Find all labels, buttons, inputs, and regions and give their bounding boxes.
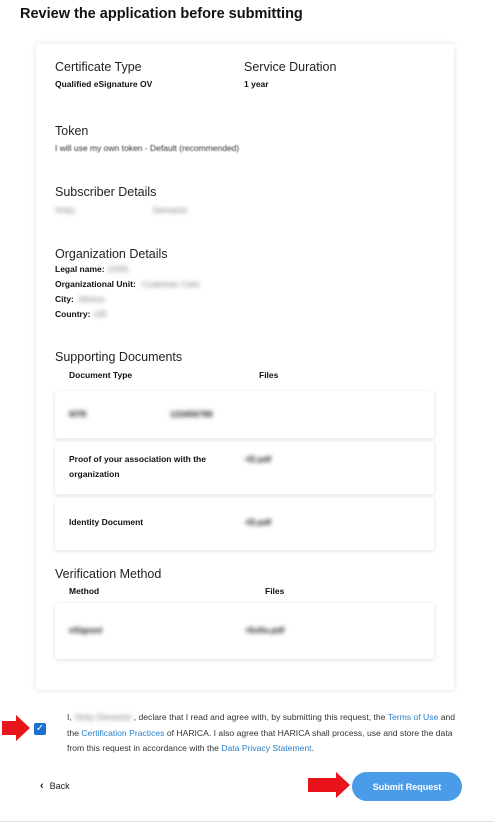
city-value: Athens [78,294,105,304]
verification-method: eSigned [69,625,103,635]
document-row: NTR 123456789 [55,391,434,438]
org-unit-label: Organizational Unit: [55,279,136,289]
document-type-header: Document Type [69,370,133,380]
consent-checkbox[interactable]: ✓ [34,723,46,735]
consent-statement: I, Vicky Demertzi , declare that I read … [67,710,459,757]
back-button[interactable]: ‹ Back [40,780,70,792]
document-row: Identity Document •f2.pdf [55,498,434,550]
divider [0,821,494,822]
method-header: Method [69,586,100,596]
files-header: Files [259,370,279,380]
document-file[interactable]: •f2.pdf [245,515,271,530]
document-type: NTR [69,409,87,419]
token-value: I will use my own token - Default (recom… [55,143,240,153]
back-label: Back [49,781,70,791]
subscriber-last-name: Demertzi [153,205,188,215]
supporting-documents-label: Supporting Documents [55,350,183,364]
service-duration-label: Service Duration [244,60,337,74]
verification-row: eSigned •Sofia.pdf [55,603,434,659]
verification-files-header: Files [265,586,285,596]
document-row: Proof of your association with the organ… [55,442,434,494]
data-privacy-statement-link[interactable]: Data Privacy Statement [221,743,311,753]
consent-name: Vicky Demertzi [74,712,132,722]
certificate-type-label: Certificate Type [55,60,142,74]
city-label: City: [55,294,74,304]
legal-name-label: Legal name: [55,264,105,274]
org-unit-value: Customer Care [142,279,200,289]
certification-practices-link[interactable]: Certification Practices [81,728,164,738]
chevron-left-icon: ‹ [40,780,44,792]
token-label: Token [55,124,89,138]
document-file[interactable]: 123456789 [170,407,213,422]
consent-text: . [311,743,314,753]
verification-method-label: Verification Method [55,567,162,581]
annotation-arrow-submit [308,772,350,798]
organization-details-label: Organization Details [55,247,168,261]
annotation-arrow-checkbox [2,715,30,741]
country-value: GR [94,309,107,319]
subscriber-first-name: Vicky [55,205,76,215]
document-type: Identity Document [69,517,144,527]
submit-request-button[interactable]: Submit Request [352,772,462,801]
service-duration-value: 1 year [244,79,269,89]
verification-file[interactable]: •Sofia.pdf [245,623,284,638]
page-title: Review the application before submitting [20,6,303,22]
country-label: Country: [55,309,91,319]
document-file[interactable]: •f2.pdf [245,452,271,467]
terms-of-use-link[interactable]: Terms of Use [388,712,439,722]
certificate-type-value: Qualified eSignature OV [55,79,153,89]
consent-text: , declare that I read and agree with, by… [131,712,388,722]
legal-name-value: GSIS [108,264,129,274]
subscriber-details-label: Subscriber Details [55,185,157,199]
document-type: Proof of your association with the organ… [69,454,206,479]
review-panel: Certificate Type Qualified eSignature OV… [36,44,454,690]
